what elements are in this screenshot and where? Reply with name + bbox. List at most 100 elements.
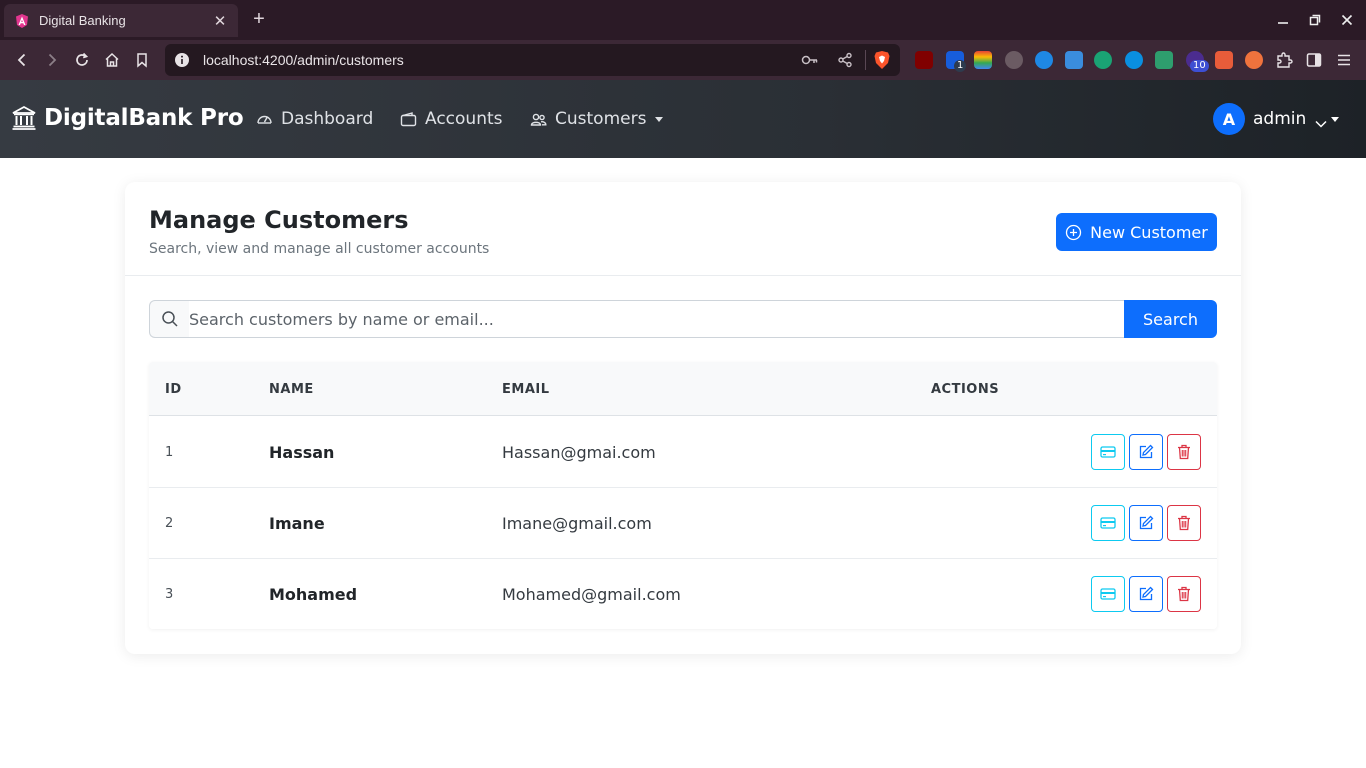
credit-card-icon	[1100, 588, 1116, 600]
credit-card-icon	[1100, 517, 1116, 529]
share-icon[interactable]	[837, 52, 853, 68]
url-text: localhost:4200/admin/customers	[203, 52, 404, 68]
edit-customer-button[interactable]	[1129, 434, 1163, 470]
circle-extension-icon[interactable]	[1035, 51, 1053, 69]
divider	[865, 50, 866, 70]
password-key-icon[interactable]	[801, 52, 819, 68]
mail-extension-icon[interactable]	[1155, 51, 1173, 69]
back-icon[interactable]	[12, 50, 32, 70]
restore-icon[interactable]	[1305, 10, 1325, 30]
edit-icon	[1139, 515, 1154, 530]
browser-tab[interactable]: Digital Banking ✕	[4, 4, 238, 37]
shazam-extension-icon[interactable]	[1125, 51, 1143, 69]
nav-dashboard-label: Dashboard	[281, 109, 374, 129]
customer-email: Imane@gmail.com	[502, 514, 652, 533]
card-header: Manage Customers Search, view and manage…	[125, 182, 1241, 276]
extensions-puzzle-icon[interactable]	[1274, 50, 1294, 70]
customer-name: Hassan	[269, 443, 335, 462]
customer-id: 2	[165, 516, 174, 531]
delete-customer-button[interactable]	[1167, 576, 1201, 612]
page-subtitle: Search, view and manage all customer acc…	[149, 241, 490, 257]
dropdown-caret-icon	[1331, 116, 1340, 122]
column-header-email: EMAIL	[502, 382, 550, 397]
customer-email: Mohamed@gmail.com	[502, 585, 681, 604]
hub-extension-icon[interactable]: 10	[1186, 51, 1209, 72]
new-customer-button[interactable]: New Customer	[1056, 213, 1217, 251]
column-header-name: NAME	[269, 382, 314, 397]
search-input[interactable]	[189, 300, 1125, 338]
new-customer-label: New Customer	[1090, 222, 1208, 242]
edit-customer-button[interactable]	[1129, 576, 1163, 612]
customer-email: Hassan@gmai.com	[502, 443, 656, 462]
forward-icon[interactable]	[42, 50, 62, 70]
delete-customer-button[interactable]	[1167, 434, 1201, 470]
extension-badge: 10	[1190, 60, 1209, 72]
table-row: 2 Imane Imane@gmail.com	[149, 488, 1217, 559]
browser-tab-strip: Digital Banking ✕ +	[0, 0, 1366, 40]
new-tab-icon[interactable]: +	[250, 8, 268, 32]
castle-extension-icon[interactable]	[1215, 51, 1233, 69]
bird-extension-icon[interactable]	[1094, 51, 1112, 69]
bank-icon	[11, 105, 37, 131]
speedometer-icon	[256, 111, 273, 128]
customer-name: Mohamed	[269, 585, 358, 604]
trash-icon	[1178, 515, 1190, 531]
edit-icon	[1139, 444, 1154, 459]
customer-id: 3	[165, 587, 174, 602]
edit-customer-button[interactable]	[1129, 505, 1163, 541]
avatar: A	[1213, 103, 1245, 135]
bookmark-icon[interactable]	[132, 50, 152, 70]
sidebar-toggle-icon[interactable]	[1304, 50, 1324, 70]
metamask-extension-icon[interactable]	[1245, 51, 1263, 69]
page-title: Manage Customers	[149, 206, 409, 234]
column-header-actions: ACTIONS	[931, 382, 1000, 397]
chevron-down-icon	[1315, 115, 1327, 128]
user-menu[interactable]: A admin	[1213, 103, 1340, 135]
menu-icon[interactable]	[1334, 50, 1354, 70]
minimize-icon[interactable]	[1273, 10, 1293, 30]
bitwarden-extension-icon[interactable]: 1	[946, 51, 967, 72]
view-accounts-button[interactable]	[1091, 505, 1125, 541]
fi-extension-icon[interactable]	[1065, 51, 1083, 69]
table-row: 1 Hassan Hassan@gmai.com	[149, 417, 1217, 488]
browser-toolbar: localhost:4200/admin/customers 1 10	[0, 40, 1366, 80]
table-header: ID NAME EMAIL ACTIONS	[149, 362, 1217, 416]
tab-title: Digital Banking	[39, 13, 126, 28]
customer-name: Imane	[269, 514, 325, 533]
nav-accounts[interactable]: Accounts	[400, 109, 503, 129]
address-bar[interactable]: localhost:4200/admin/customers	[165, 44, 900, 76]
reload-icon[interactable]	[72, 50, 92, 70]
extension-badge: 1	[954, 60, 967, 72]
nav-dashboard[interactable]: Dashboard	[256, 109, 373, 129]
delete-customer-button[interactable]	[1167, 505, 1201, 541]
site-info-icon[interactable]	[174, 52, 190, 68]
column-header-id: ID	[165, 382, 182, 397]
trash-icon	[1178, 586, 1190, 602]
search-group: Search	[149, 300, 1217, 338]
username: admin	[1253, 109, 1307, 129]
nav-customers-dropdown[interactable]: Customers	[530, 109, 664, 129]
view-accounts-button[interactable]	[1091, 434, 1125, 470]
brand-link[interactable]: DigitalBank Pro	[11, 105, 244, 131]
home-icon[interactable]	[102, 50, 122, 70]
close-window-icon[interactable]	[1337, 10, 1357, 30]
dropdown-caret-icon	[655, 116, 664, 122]
close-tab-icon[interactable]: ✕	[212, 12, 228, 30]
colorful-extension-icon[interactable]	[974, 51, 992, 69]
people-icon	[530, 111, 547, 128]
brand-name: DigitalBank Pro	[44, 105, 244, 131]
search-icon	[149, 300, 189, 338]
angular-favicon-icon	[14, 13, 30, 29]
table-row: 3 Mohamed Mohamed@gmail.com	[149, 559, 1217, 629]
nav-customers-label: Customers	[555, 109, 647, 129]
glasses-extension-icon[interactable]	[1005, 51, 1023, 69]
ublock-extension-icon[interactable]	[915, 51, 933, 69]
plus-circle-icon	[1065, 224, 1082, 241]
wallet-icon	[400, 111, 417, 128]
brave-shields-icon[interactable]	[873, 50, 891, 70]
search-button[interactable]: Search	[1124, 300, 1217, 338]
edit-icon	[1139, 586, 1154, 601]
app-navbar: DigitalBank Pro Dashboard Accounts Custo…	[0, 80, 1366, 158]
trash-icon	[1178, 444, 1190, 460]
view-accounts-button[interactable]	[1091, 576, 1125, 612]
